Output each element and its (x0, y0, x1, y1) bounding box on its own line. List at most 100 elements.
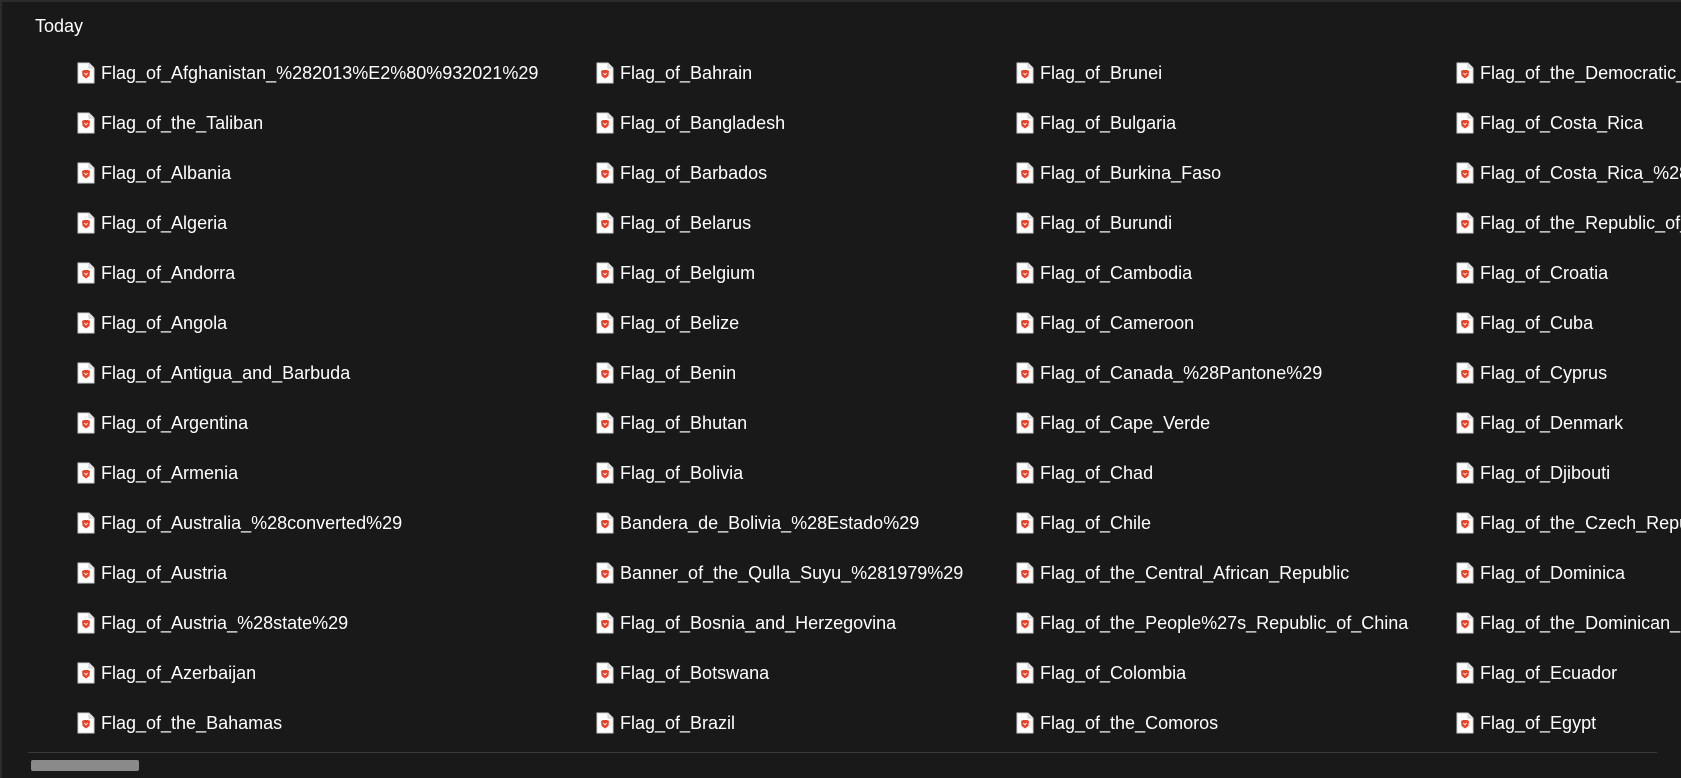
file-name: Flag_of_Canada_%28Pantone%29 (1040, 362, 1323, 383)
file-item[interactable]: Flag_of_Andorra (77, 248, 538, 298)
file-name: Flag_of_Botswana (620, 662, 770, 683)
brave-svg-file-icon (1016, 362, 1034, 384)
brave-svg-file-icon (1016, 212, 1034, 234)
file-item[interactable]: Flag_of_Antigua_and_Barbuda (77, 348, 538, 398)
file-item[interactable]: Flag_of_Australia_%28converted%29 (77, 498, 538, 548)
file-item[interactable]: Flag_of_Canada_%28Pantone%29 (1016, 348, 1408, 398)
file-item[interactable]: Flag_of_Argentina (77, 398, 538, 448)
file-item[interactable]: Flag_of_Chad (1016, 448, 1408, 498)
file-name: Flag_of_Cape_Verde (1040, 412, 1211, 433)
brave-svg-file-icon (1456, 62, 1474, 84)
file-name: Flag_of_Costa_Rica (1480, 112, 1644, 133)
file-item[interactable]: Bandera_de_Bolivia_%28Estado%29 (596, 498, 963, 548)
file-item[interactable]: Flag_of_Bhutan (596, 398, 963, 448)
file-name: Flag_of_Albania (101, 162, 232, 183)
file-item[interactable]: Flag_of_Chile (1016, 498, 1408, 548)
file-item[interactable]: Flag_of_Burkina_Faso (1016, 148, 1408, 198)
file-name: Flag_of_Cambodia (1040, 262, 1193, 283)
brave-svg-file-icon (77, 612, 95, 634)
file-item[interactable]: Flag_of_the_Central_African_Republic (1016, 548, 1408, 598)
group-header-today[interactable]: Today (35, 16, 83, 37)
file-item[interactable]: Flag_of_Bahrain (596, 48, 963, 98)
file-item[interactable]: Flag_of_the_Republic_of_t (1456, 198, 1681, 248)
file-item[interactable]: Flag_of_Bolivia (596, 448, 963, 498)
file-name: Flag_of_Bosnia_and_Herzegovina (620, 612, 897, 633)
file-name: Flag_of_Antigua_and_Barbuda (101, 362, 351, 383)
brave-svg-file-icon (1456, 612, 1474, 634)
brave-svg-file-icon (596, 312, 614, 334)
file-item[interactable]: Flag_of_the_Democratic_R (1456, 48, 1681, 98)
file-item[interactable]: Flag_of_the_People%27s_Republic_of_China (1016, 598, 1408, 648)
file-item[interactable]: Flag_of_Costa_Rica_%28st (1456, 148, 1681, 198)
file-item[interactable]: Flag_of_Brunei (1016, 48, 1408, 98)
file-item[interactable]: Flag_of_Cuba (1456, 298, 1681, 348)
file-item[interactable]: Flag_of_Afghanistan_%282013%E2%80%932021… (77, 48, 538, 98)
file-item[interactable]: Flag_of_Burundi (1016, 198, 1408, 248)
file-item[interactable]: Flag_of_the_Comoros (1016, 698, 1408, 748)
file-item[interactable]: Flag_of_Botswana (596, 648, 963, 698)
file-item[interactable]: Flag_of_Croatia (1456, 248, 1681, 298)
brave-svg-file-icon (77, 662, 95, 684)
file-name: Flag_of_Denmark (1480, 412, 1624, 433)
file-item[interactable]: Flag_of_Cambodia (1016, 248, 1408, 298)
file-item[interactable]: Flag_of_Bulgaria (1016, 98, 1408, 148)
file-name: Flag_of_Brazil (620, 712, 736, 733)
file-item[interactable]: Flag_of_Egypt (1456, 698, 1681, 748)
file-item[interactable]: Flag_of_Dominica (1456, 548, 1681, 598)
file-item[interactable]: Flag_of_Cyprus (1456, 348, 1681, 398)
file-item[interactable]: Flag_of_Ecuador (1456, 648, 1681, 698)
brave-svg-file-icon (1016, 312, 1034, 334)
file-name: Flag_of_the_Czech_Repub (1480, 512, 1681, 533)
file-item[interactable]: Banner_of_the_Qulla_Suyu_%281979%29 (596, 548, 963, 598)
file-item[interactable]: Flag_of_Barbados (596, 148, 963, 198)
file-name: Flag_of_Burkina_Faso (1040, 162, 1222, 183)
brave-svg-file-icon (596, 562, 614, 584)
brave-svg-file-icon (1016, 662, 1034, 684)
file-item[interactable]: Flag_of_Azerbaijan (77, 648, 538, 698)
file-item[interactable]: Flag_of_Austria (77, 548, 538, 598)
brave-svg-file-icon (596, 162, 614, 184)
file-item[interactable]: Flag_of_Bosnia_and_Herzegovina (596, 598, 963, 648)
file-item[interactable]: Flag_of_Costa_Rica (1456, 98, 1681, 148)
file-name: Banner_of_the_Qulla_Suyu_%281979%29 (620, 562, 964, 583)
file-name: Flag_of_Angola (101, 312, 228, 333)
file-item[interactable]: Flag_of_Belize (596, 298, 963, 348)
brave-svg-file-icon (1016, 462, 1034, 484)
file-name: Flag_of_Cyprus (1480, 362, 1608, 383)
brave-svg-file-icon (596, 112, 614, 134)
horizontal-scrollbar[interactable] (28, 758, 1681, 772)
file-item[interactable]: Flag_of_Cameroon (1016, 298, 1408, 348)
file-item[interactable]: Flag_of_the_Czech_Repub (1456, 498, 1681, 548)
file-item[interactable]: Flag_of_Belarus (596, 198, 963, 248)
file-item[interactable]: Flag_of_Cape_Verde (1016, 398, 1408, 448)
file-name: Flag_of_Egypt (1480, 712, 1597, 733)
file-item[interactable]: Flag_of_Djibouti (1456, 448, 1681, 498)
file-item[interactable]: Flag_of_Brazil (596, 698, 963, 748)
file-name: Flag_of_Benin (620, 362, 737, 383)
brave-svg-file-icon (596, 212, 614, 234)
file-item[interactable]: Flag_of_Algeria (77, 198, 538, 248)
file-item[interactable]: Flag_of_the_Bahamas (77, 698, 538, 748)
file-item[interactable]: Flag_of_Bangladesh (596, 98, 963, 148)
file-item[interactable]: Flag_of_Benin (596, 348, 963, 398)
file-item[interactable]: Flag_of_the_Dominican_Re (1456, 598, 1681, 648)
file-item[interactable]: Flag_of_Angola (77, 298, 538, 348)
file-name: Flag_of_Djibouti (1480, 462, 1611, 483)
file-item[interactable]: Flag_of_Colombia (1016, 648, 1408, 698)
file-item[interactable]: Flag_of_Belgium (596, 248, 963, 298)
file-name: Flag_of_Burundi (1040, 212, 1173, 233)
brave-svg-file-icon (1016, 112, 1034, 134)
brave-svg-file-icon (77, 262, 95, 284)
file-name: Flag_of_Croatia (1480, 262, 1609, 283)
file-item[interactable]: Flag_of_Albania (77, 148, 538, 198)
file-item[interactable]: Flag_of_Denmark (1456, 398, 1681, 448)
horizontal-scrollbar-thumb[interactable] (31, 760, 139, 771)
brave-svg-file-icon (1456, 362, 1474, 384)
brave-svg-file-icon (1016, 62, 1034, 84)
file-item[interactable]: Flag_of_Austria_%28state%29 (77, 598, 538, 648)
file-name: Flag_of_the_Taliban (101, 112, 264, 133)
file-name: Flag_of_Azerbaijan (101, 662, 257, 683)
file-item[interactable]: Flag_of_Armenia (77, 448, 538, 498)
brave-svg-file-icon (1016, 562, 1034, 584)
file-item[interactable]: Flag_of_the_Taliban (77, 98, 538, 148)
